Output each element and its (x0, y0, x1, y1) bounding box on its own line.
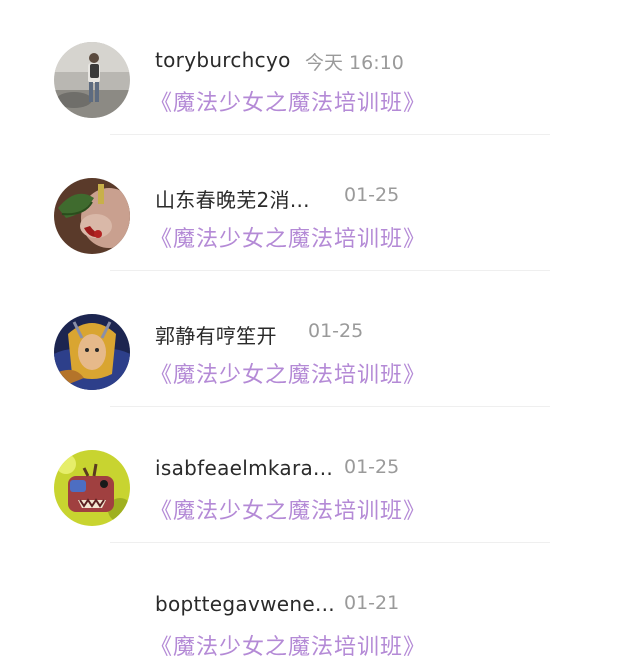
list-item[interactable]: isabfeaelmkara... 01-25 《魔法少女之魔法培训班》 (0, 408, 640, 544)
fantasy-elf-avatar-icon (54, 314, 130, 390)
list-item[interactable]: toryburchcyo 今天 16:10 《魔法少女之魔法培训班》 (0, 0, 640, 136)
list-item[interactable]: 山东春晚芜2消... 01-25 《魔法少女之魔法培训班》 (0, 136, 640, 272)
avatar[interactable] (54, 586, 130, 659)
list-item[interactable]: bopttegavwene... 01-21 《魔法少女之魔法培训班》 (0, 544, 640, 659)
avatar[interactable] (54, 314, 130, 390)
divider (110, 134, 550, 135)
username[interactable]: 山东春晚芜2消... (155, 184, 310, 213)
work-title-link[interactable]: 《魔法少女之魔法培训班》 (150, 221, 426, 253)
timestamp: 01-25 (308, 320, 364, 342)
list-item[interactable]: 郭静有哼笙开 01-25 《魔法少女之魔法培训班》 (0, 272, 640, 408)
work-title-link[interactable]: 《魔法少女之魔法培训班》 (150, 357, 426, 389)
avatar[interactable] (54, 42, 130, 118)
work-title-link[interactable]: 《魔法少女之魔法培训班》 (150, 493, 426, 525)
timestamp: 01-25 (344, 456, 400, 478)
timestamp: 01-21 (344, 592, 400, 614)
work-title-link[interactable]: 《魔法少女之魔法培训班》 (150, 629, 426, 659)
username[interactable]: bopttegavwene... (155, 592, 335, 616)
hand-with-leaf-avatar-icon (54, 178, 130, 254)
avatar[interactable] (54, 450, 130, 526)
divider (110, 542, 550, 543)
blank-avatar-icon (54, 586, 130, 659)
cartoon-monster-avatar-icon (54, 450, 130, 526)
divider (110, 270, 550, 271)
avatar[interactable] (54, 178, 130, 254)
username[interactable]: isabfeaelmkara... (155, 456, 333, 480)
timestamp: 01-25 (344, 184, 400, 206)
comment-list: toryburchcyo 今天 16:10 《魔法少女之魔法培训班》 山东春晚芜… (0, 0, 640, 659)
username[interactable]: toryburchcyo (155, 48, 291, 72)
timestamp: 今天 16:10 (305, 52, 404, 74)
person-walking-avatar-icon (54, 42, 130, 118)
work-title-link[interactable]: 《魔法少女之魔法培训班》 (150, 85, 426, 117)
divider (110, 406, 550, 407)
username[interactable]: 郭静有哼笙开 (155, 320, 277, 349)
